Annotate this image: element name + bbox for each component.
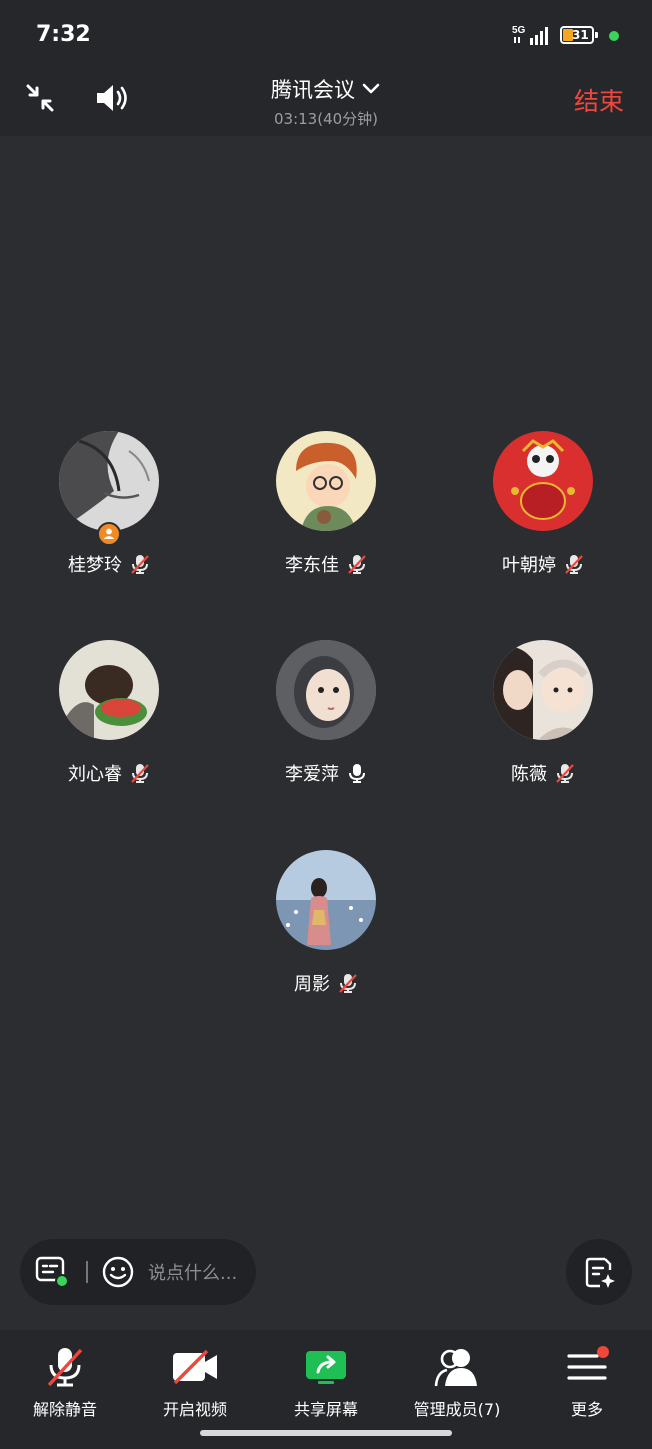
- battery-icon: 31: [560, 26, 598, 44]
- start-video-label: 开启视频: [162, 1400, 227, 1419]
- home-indicator[interactable]: [200, 1430, 452, 1436]
- mic-muted-icon: [565, 555, 583, 574]
- share-screen-icon: [306, 1351, 346, 1384]
- participant-tile[interactable]: 陈薇: [443, 640, 643, 786]
- mic-icon: [349, 764, 365, 783]
- meeting-header: 腾讯会议 03:13(40分钟) 结束: [0, 70, 652, 136]
- share-screen-button[interactable]: 共享屏幕: [261, 1344, 391, 1420]
- participant-name: 刘心睿: [68, 764, 122, 785]
- caption-icon[interactable]: [34, 1255, 70, 1289]
- participant-name: 李东佳: [285, 555, 339, 576]
- mic-muted-icon: [339, 974, 357, 993]
- more-label: 更多: [570, 1400, 603, 1419]
- participant-name: 陈薇: [511, 764, 547, 785]
- mic-muted-icon: [131, 764, 149, 783]
- unmute-button[interactable]: 解除静音: [0, 1344, 130, 1420]
- emoji-icon[interactable]: [101, 1255, 135, 1289]
- cellular-signal-icon: 5G: [512, 25, 548, 45]
- network-type: 5G: [512, 25, 526, 36]
- battery-level: 31: [572, 28, 589, 42]
- clock: 7:32: [36, 22, 91, 47]
- chat-placeholder[interactable]: 说点什么...: [148, 1259, 237, 1285]
- mic-muted-icon: [556, 764, 574, 783]
- start-video-button[interactable]: 开启视频: [130, 1344, 260, 1420]
- privacy-indicator-dot: [609, 31, 619, 41]
- divider: [86, 1261, 88, 1283]
- meeting-title: 腾讯会议: [271, 78, 355, 102]
- notes-button[interactable]: [566, 1239, 632, 1305]
- participant-tile[interactable]: 李东佳: [226, 431, 426, 577]
- host-badge-icon: [97, 522, 121, 546]
- manage-members-label: 管理成员(7): [413, 1400, 501, 1419]
- participant-tile[interactable]: 刘心睿: [9, 640, 209, 786]
- members-icon: [434, 1349, 477, 1387]
- participant-name: 桂梦玲: [68, 555, 122, 576]
- avatar: [493, 640, 593, 740]
- avatar: [276, 850, 376, 950]
- manage-members-button[interactable]: 管理成员(7): [392, 1344, 522, 1420]
- avatar: [276, 640, 376, 740]
- unmute-label: 解除静音: [32, 1400, 97, 1419]
- mic-off-icon: [47, 1348, 83, 1387]
- participant-name: 叶朝婷: [502, 555, 556, 576]
- mic-muted-icon: [131, 555, 149, 574]
- status-bar: 7:32 5G 31: [0, 0, 652, 70]
- ai-notes-icon: [585, 1257, 615, 1288]
- participant-tile[interactable]: 桂梦玲: [9, 431, 209, 577]
- avatar: [59, 640, 159, 740]
- end-meeting-button[interactable]: 结束: [574, 82, 624, 118]
- participant-name: 周影: [294, 974, 330, 995]
- mic-muted-icon: [348, 555, 366, 574]
- participant-tile[interactable]: 李爱萍: [226, 640, 426, 786]
- avatar: [59, 431, 159, 531]
- more-button[interactable]: 更多: [522, 1344, 652, 1420]
- chevron-down-icon: [362, 83, 380, 94]
- menu-icon: [567, 1346, 609, 1380]
- video-off-icon: [173, 1349, 217, 1385]
- participant-tile[interactable]: 周影: [226, 850, 426, 996]
- avatar: [276, 431, 376, 531]
- participant-name: 李爱萍: [285, 764, 339, 785]
- participant-tile[interactable]: 叶朝婷: [443, 431, 643, 577]
- meeting-title-area[interactable]: 腾讯会议 03:13(40分钟): [0, 74, 652, 129]
- meeting-duration: 03:13(40分钟): [273, 110, 379, 128]
- chat-input-bar[interactable]: 说点什么...: [20, 1239, 256, 1305]
- share-screen-label: 共享屏幕: [293, 1400, 358, 1419]
- avatar: [493, 431, 593, 531]
